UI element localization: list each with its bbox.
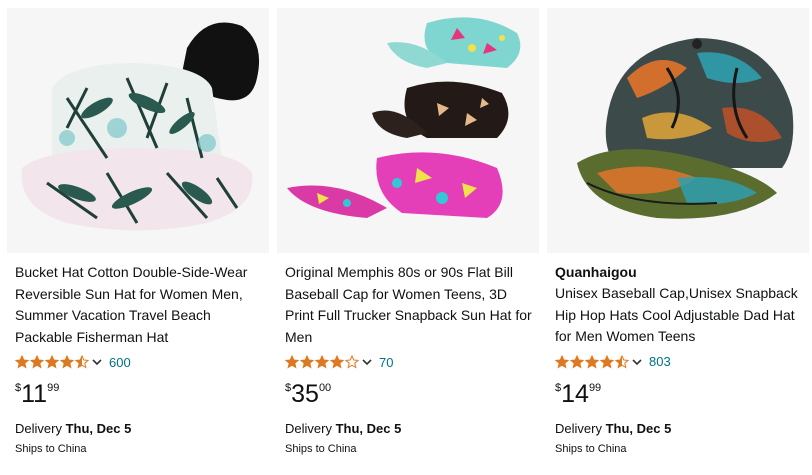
delivery-date: Thu, Dec 5	[65, 421, 132, 436]
delivery-date: Thu, Dec 5	[335, 421, 402, 436]
star-empty-icon	[345, 355, 359, 369]
product-info: Quanhaigou Unisex Baseball Cap,Unisex Sn…	[555, 262, 805, 457]
product-brand: Quanhaigou	[555, 264, 637, 280]
review-count[interactable]: 803	[649, 354, 671, 369]
star-full-icon	[285, 355, 299, 369]
review-count[interactable]: 600	[109, 355, 131, 370]
rating-row[interactable]: 70	[285, 352, 535, 372]
star-full-icon	[15, 355, 29, 369]
price[interactable]: $ 35 00	[285, 380, 535, 408]
price-fraction: 00	[318, 382, 332, 394]
product-card: Original Memphis 80s or 90s Flat Bill Ba…	[274, 0, 539, 475]
star-full-icon	[315, 355, 329, 369]
star-full-icon	[570, 354, 584, 369]
price-whole: 14	[561, 379, 589, 408]
product-title[interactable]: Unisex Baseball Cap,Unisex Snapback Hip …	[555, 283, 805, 348]
product-image[interactable]	[547, 8, 809, 253]
delivery-info: Delivery Thu, Dec 5	[15, 420, 265, 438]
star-full-icon	[30, 355, 44, 369]
star-half-icon	[615, 354, 629, 369]
product-info: Original Memphis 80s or 90s Flat Bill Ba…	[285, 262, 535, 457]
product-grid: Bucket Hat Cotton Double-Side-Wear Rever…	[0, 0, 812, 475]
star-rating[interactable]	[15, 355, 90, 369]
chevron-down-icon[interactable]	[631, 356, 643, 368]
product-card: Bucket Hat Cotton Double-Side-Wear Rever…	[4, 0, 269, 475]
star-full-icon	[585, 354, 599, 369]
chevron-down-icon[interactable]	[361, 356, 373, 368]
delivery-info: Delivery Thu, Dec 5	[555, 420, 805, 438]
product-card: Quanhaigou Unisex Baseball Cap,Unisex Sn…	[544, 0, 809, 475]
star-full-icon	[45, 355, 59, 369]
ships-to: Ships to China	[285, 443, 357, 455]
rating-row[interactable]: 600	[15, 352, 265, 372]
delivery-label: Delivery	[285, 421, 336, 436]
rating-row[interactable]: 803	[555, 352, 805, 372]
price-symbol: $	[15, 382, 22, 394]
delivery-label: Delivery	[15, 421, 66, 436]
product-image[interactable]	[277, 8, 539, 253]
delivery-info: Delivery Thu, Dec 5	[285, 420, 535, 438]
star-half-icon	[75, 355, 89, 369]
star-rating[interactable]	[555, 354, 630, 369]
price-symbol: $	[285, 382, 292, 394]
star-full-icon	[600, 354, 614, 369]
star-full-icon	[60, 355, 74, 369]
product-title[interactable]: Bucket Hat Cotton Double-Side-Wear Rever…	[15, 262, 265, 348]
product-title[interactable]: Original Memphis 80s or 90s Flat Bill Ba…	[285, 262, 535, 348]
star-full-icon	[555, 354, 569, 369]
price-symbol: $	[555, 381, 562, 394]
product-image[interactable]	[7, 8, 269, 253]
star-rating[interactable]	[285, 355, 360, 369]
review-count[interactable]: 70	[379, 355, 393, 370]
star-full-icon	[330, 355, 344, 369]
delivery-date: Thu, Dec 5	[605, 420, 672, 436]
product-info: Bucket Hat Cotton Double-Side-Wear Rever…	[15, 262, 265, 457]
graffiti-cap-icon	[547, 8, 809, 253]
memphis-caps-icon	[277, 8, 539, 253]
price[interactable]: $ 14 99	[555, 380, 805, 408]
price-whole: 11	[21, 380, 48, 408]
ships-to: Ships to China	[555, 442, 627, 455]
delivery-label: Delivery	[555, 420, 606, 436]
price-whole: 35	[291, 380, 319, 408]
chevron-down-icon[interactable]	[91, 356, 103, 368]
star-full-icon	[300, 355, 314, 369]
price-fraction: 99	[588, 381, 602, 394]
ships-to: Ships to China	[15, 443, 87, 455]
bucket-hat-icon	[7, 8, 269, 253]
price[interactable]: $ 11 99	[15, 380, 265, 408]
price-fraction: 99	[47, 382, 60, 394]
